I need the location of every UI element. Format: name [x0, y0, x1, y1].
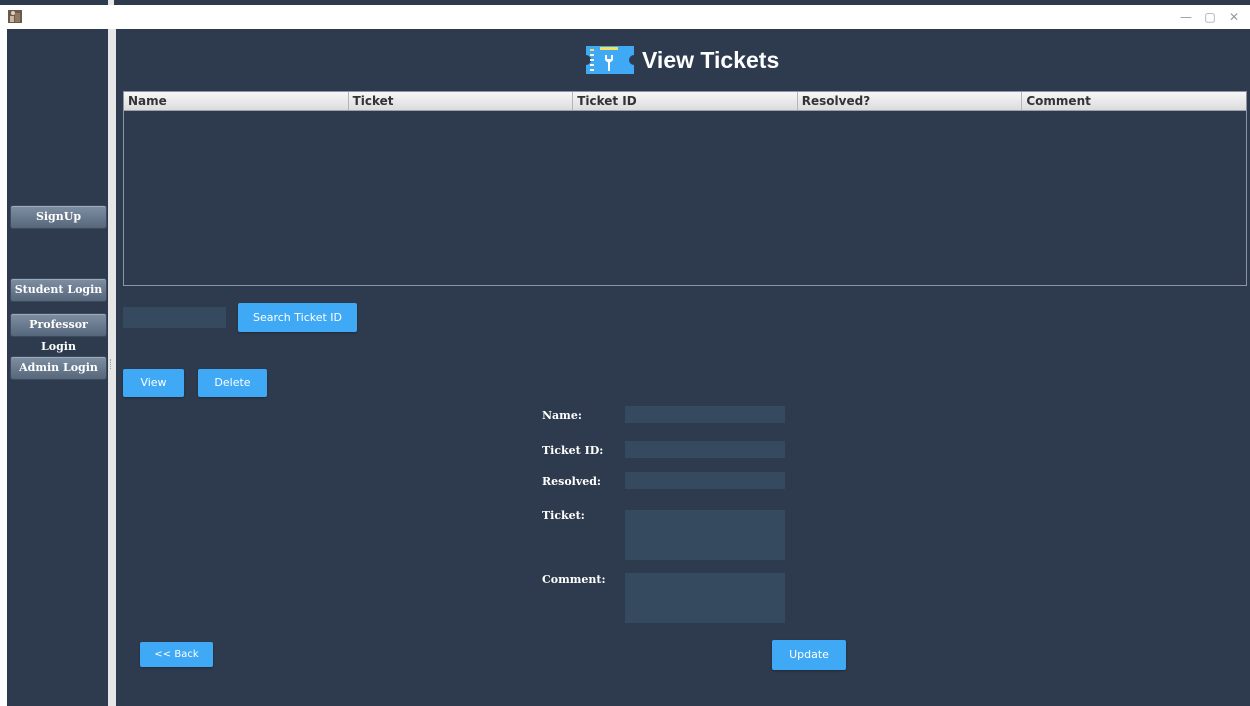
delete-button[interactable]: Delete [198, 369, 267, 397]
comment-textarea[interactable] [625, 573, 785, 623]
resolved-label: Resolved: [542, 475, 601, 488]
student-login-button[interactable]: Student Login [10, 278, 107, 302]
name-label: Name: [542, 409, 582, 422]
split-pane-divider[interactable] [108, 29, 116, 706]
main-panel: View Tickets Name Ticket Ticket ID Resol… [116, 29, 1250, 706]
column-header-resolved[interactable]: Resolved? [798, 92, 1023, 110]
ticket-id-label: Ticket ID: [542, 444, 604, 457]
close-button[interactable]: ✕ [1222, 8, 1246, 26]
column-header-comment[interactable]: Comment [1022, 92, 1246, 110]
window-frame-left [0, 29, 7, 706]
minimize-button[interactable]: — [1174, 8, 1198, 26]
sidebar: SignUp Student Login Professor Login Adm… [7, 29, 108, 706]
ticket-id-field[interactable] [625, 441, 785, 458]
tickets-table[interactable]: Name Ticket Ticket ID Resolved? Comment [123, 91, 1247, 286]
window-titlebar: — ▢ ✕ [0, 5, 1250, 29]
view-button[interactable]: View [123, 369, 184, 397]
admin-login-button[interactable]: Admin Login [10, 356, 107, 380]
update-button[interactable]: Update [772, 640, 846, 670]
column-header-ticket-id[interactable]: Ticket ID [573, 92, 798, 110]
signup-button[interactable]: SignUp [10, 205, 107, 229]
name-field[interactable] [625, 406, 785, 423]
maximize-button[interactable]: ▢ [1198, 8, 1222, 26]
table-header: Name Ticket Ticket ID Resolved? Comment [124, 92, 1246, 111]
resolved-field[interactable] [625, 472, 785, 489]
search-ticket-id-button[interactable]: Search Ticket ID [238, 303, 357, 332]
page-header: View Tickets [584, 43, 779, 77]
app-icon [8, 10, 22, 23]
column-header-ticket[interactable]: Ticket [349, 92, 574, 110]
ticket-wrench-icon [586, 46, 634, 74]
comment-label: Comment: [542, 573, 606, 586]
search-ticket-id-input[interactable] [123, 307, 226, 328]
page-title: View Tickets [642, 46, 780, 73]
back-button[interactable]: << Back [140, 642, 213, 667]
column-header-name[interactable]: Name [124, 92, 349, 110]
ticket-textarea[interactable] [625, 510, 785, 560]
ticket-label: Ticket: [542, 509, 585, 522]
professor-login-button[interactable]: Professor Login [10, 313, 107, 353]
